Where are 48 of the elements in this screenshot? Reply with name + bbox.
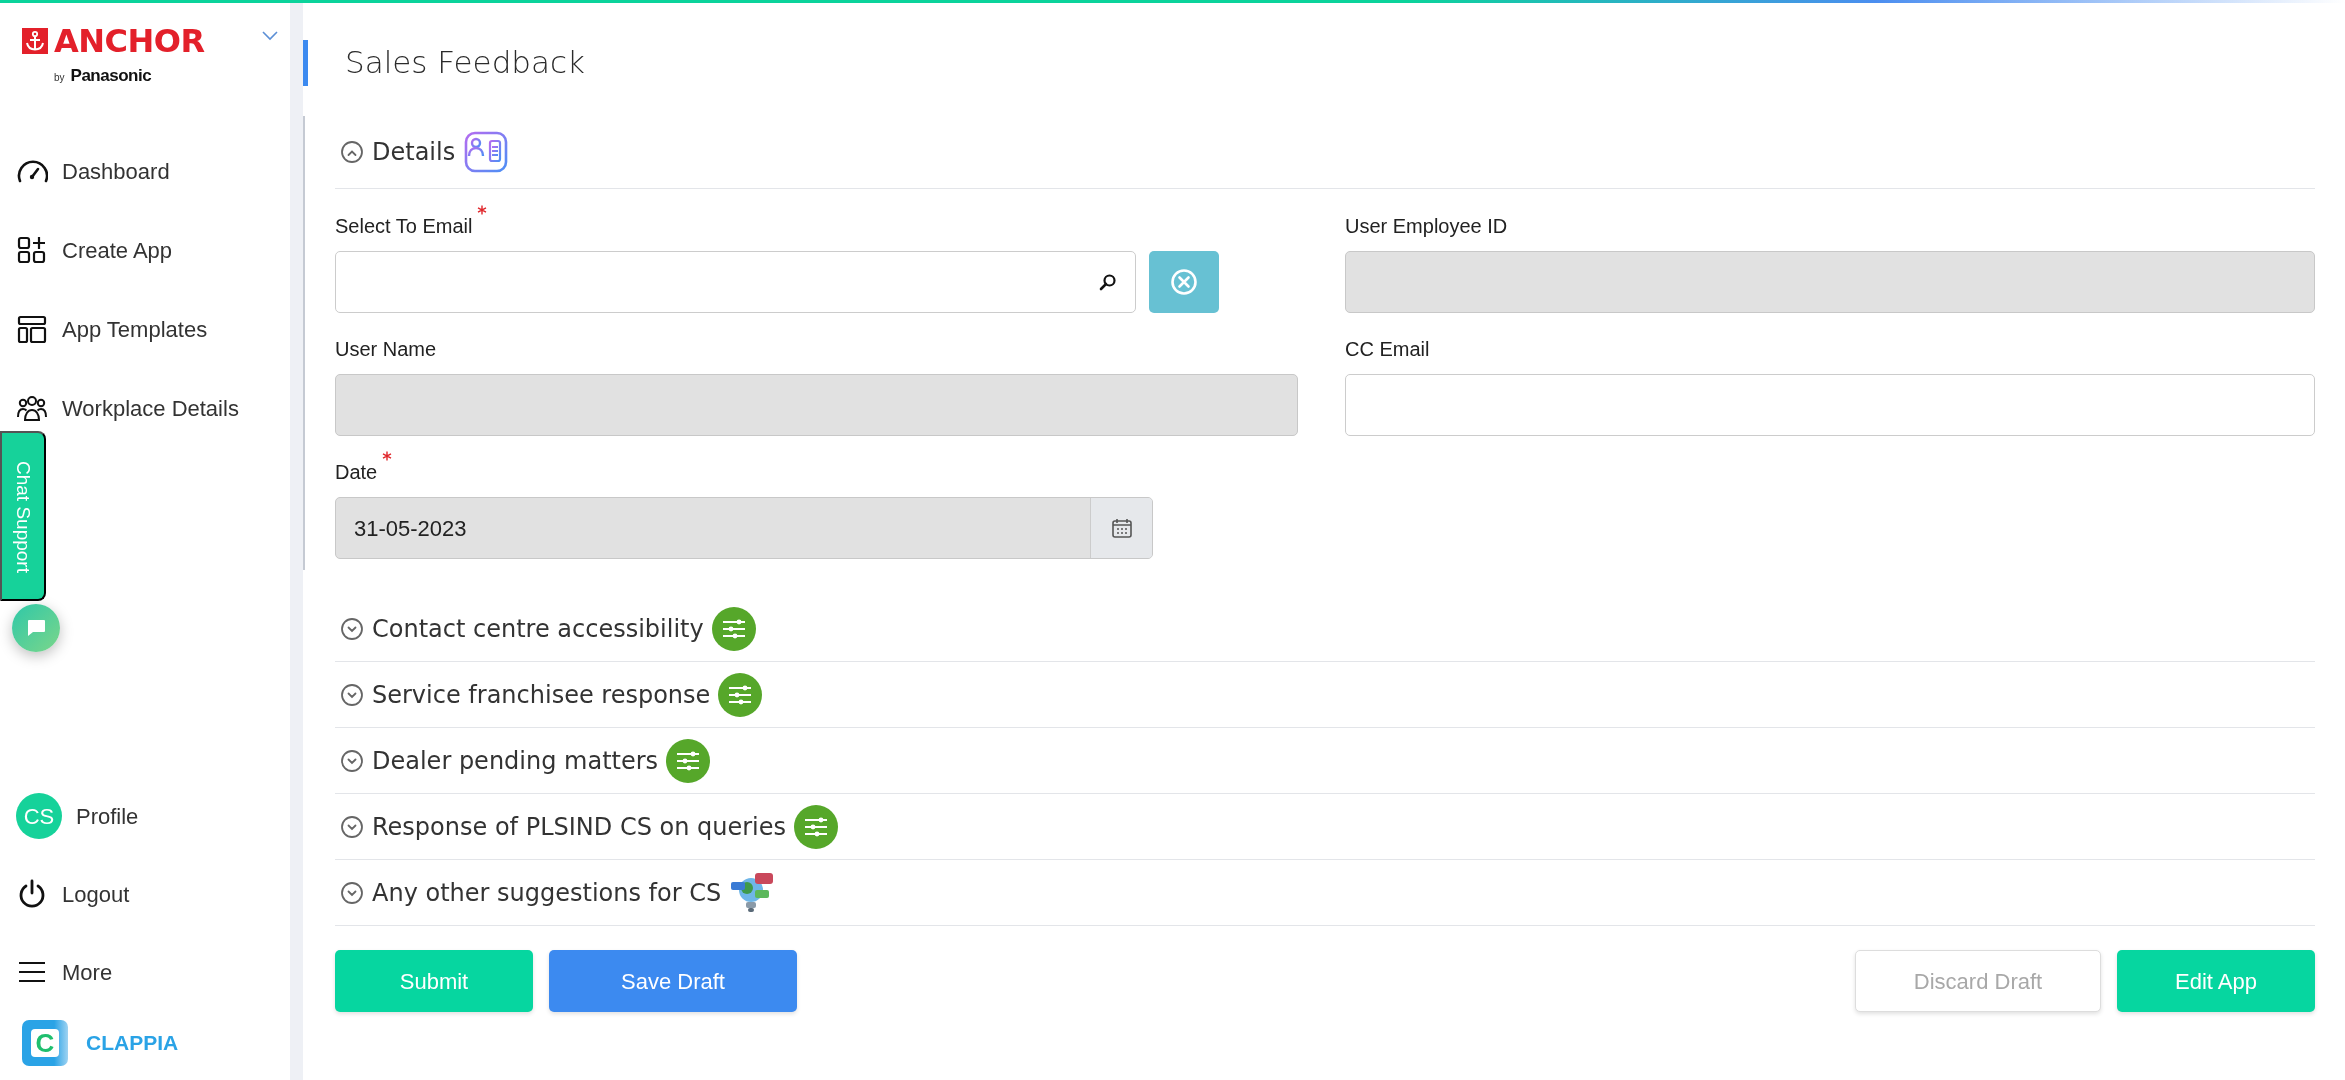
nav-item[interactable]: Create App [16,228,173,272]
contact-card-icon [463,130,510,174]
nav-item[interactable]: Logout [16,870,130,918]
grid-plus-icon [16,234,48,266]
section-title[interactable]: Details [372,134,456,170]
expand-icon[interactable] [340,616,364,641]
field-label: User Name [335,337,437,362]
sliders-icon [711,606,756,651]
field-label: Select To Email [335,214,473,239]
expand-icon[interactable] [340,682,364,707]
search-icon [1099,273,1117,291]
calendar-icon [1110,517,1133,539]
search-field[interactable] [335,251,1136,313]
clappia-logo: C [22,1020,68,1066]
sliders-icon [718,672,763,717]
brand-name: ANCHOR [54,25,205,57]
collapse-icon[interactable] [340,140,364,164]
field-label: CC Email [1345,337,1430,362]
expand-icon[interactable] [340,814,364,839]
section-title[interactable]: Contact centre accessibility [372,610,704,647]
page-title: Sales Feedback [345,44,585,82]
nav-item[interactable]: CS Profile [16,792,139,840]
nav-item[interactable]: More [16,948,113,996]
section-title[interactable]: Response of PLSIND CS on queries [372,808,787,845]
nav-item[interactable]: Dashboard [16,149,170,193]
nav-item[interactable]: Workplace Details [16,386,239,430]
clear-icon [1170,268,1198,296]
section-title[interactable]: Service franchisee response [372,676,711,713]
anchor-icon [22,28,48,54]
sliders-icon [794,804,839,849]
required-asterisk-icon [477,205,488,215]
nav-item[interactable]: App Templates [16,307,208,351]
chevron-down-icon[interactable] [262,31,278,41]
avatar: CS [16,793,62,839]
sliders-icon [666,738,711,783]
clappia-wordmark: CLAPPIA [86,1030,179,1057]
chat-icon [26,619,46,637]
input-field[interactable] [1345,374,2315,436]
brand-byline: by [54,71,65,85]
section-title[interactable]: Dealer pending matters [372,742,659,779]
layout-icon [16,313,48,345]
expand-icon[interactable] [340,880,364,905]
required-asterisk-icon [382,451,393,461]
brand-maker: Panasonic [70,65,152,87]
field-label: Date [335,460,378,485]
expand-icon[interactable] [340,748,364,773]
section-title[interactable]: Any other suggestions for CS [372,874,722,911]
field-label: User Employee ID [1345,214,1508,239]
